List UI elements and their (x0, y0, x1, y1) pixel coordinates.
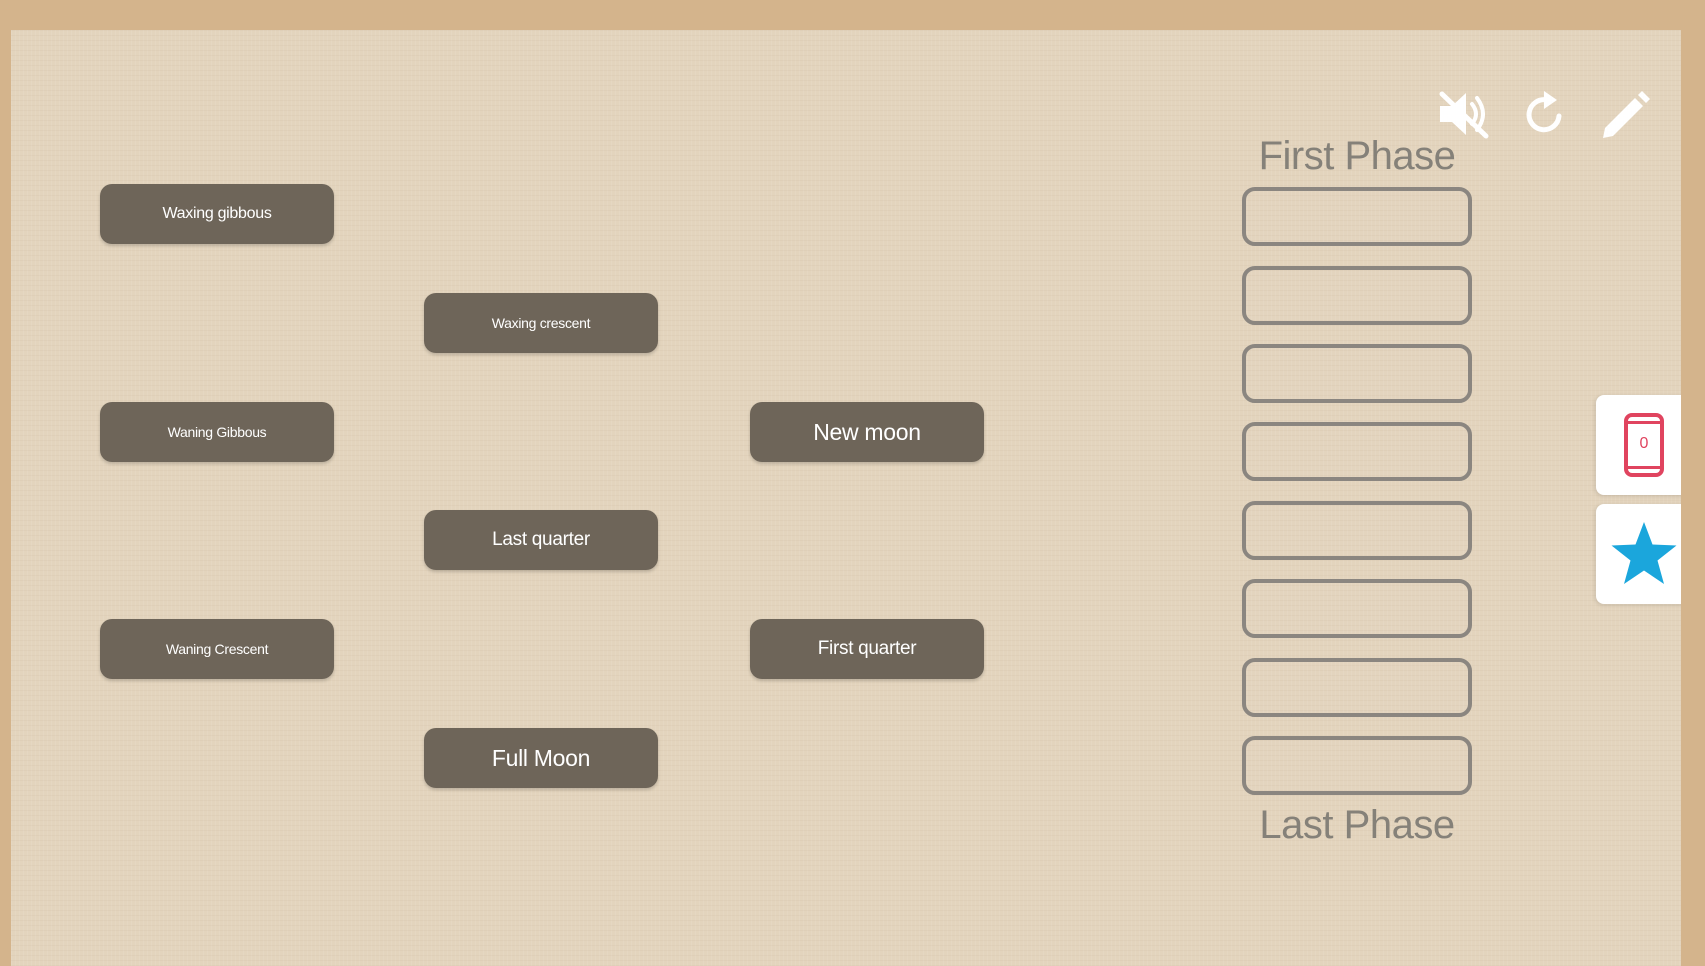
phase-card[interactable]: Waning Crescent (100, 619, 334, 679)
drop-slot[interactable] (1242, 736, 1472, 795)
star-tab[interactable] (1596, 504, 1681, 604)
phase-card[interactable]: Last quarter (424, 510, 658, 570)
phase-card[interactable]: First quarter (750, 619, 984, 679)
first-phase-label: First Phase (1258, 134, 1456, 178)
game-board: Waxing gibbous Waxing crescent Waning Gi… (11, 30, 1681, 966)
phase-card[interactable]: New moon (750, 402, 984, 462)
phone-tab[interactable]: 0 (1596, 395, 1681, 495)
phase-card[interactable]: Waning Gibbous (100, 402, 334, 462)
drop-slot[interactable] (1242, 266, 1472, 325)
drop-slot[interactable] (1242, 658, 1472, 717)
phone-icon: 0 (1624, 413, 1664, 477)
drop-slot[interactable] (1242, 422, 1472, 481)
phase-card[interactable]: Full Moon (424, 728, 658, 788)
star-icon (1611, 522, 1677, 584)
drop-slot[interactable] (1242, 344, 1472, 403)
drop-slot[interactable] (1242, 187, 1472, 246)
phone-count: 0 (1639, 435, 1649, 452)
phase-card[interactable]: Waxing crescent (424, 293, 658, 353)
phase-card[interactable]: Waxing gibbous (100, 184, 334, 244)
refresh-icon[interactable] (1514, 84, 1574, 144)
pencil-icon[interactable] (1595, 84, 1655, 144)
last-phase-label: Last Phase (1259, 803, 1455, 847)
drop-slot[interactable] (1242, 501, 1472, 560)
drop-slot[interactable] (1242, 579, 1472, 638)
